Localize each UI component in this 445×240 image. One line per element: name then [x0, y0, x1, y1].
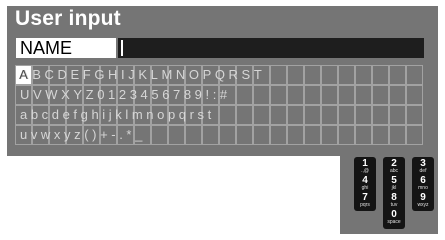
keypad-key-8: 8 tuv — [383, 193, 405, 208]
empty-key-cell — [304, 125, 321, 145]
key-cell[interactable] — [270, 85, 287, 105]
key-cell[interactable] — [304, 65, 321, 85]
keypad-letters: def — [419, 168, 427, 174]
keypad-key-1: 1 .,@ — [354, 159, 376, 174]
empty-key-cell — [389, 105, 406, 125]
key-cell[interactable] — [236, 105, 253, 125]
empty-key-cell — [406, 105, 423, 125]
key-cell[interactable] — [236, 85, 253, 105]
key-cell[interactable] — [185, 125, 202, 145]
empty-key-cell — [236, 125, 253, 145]
empty-key-cell — [355, 105, 372, 125]
empty-key-cell — [406, 65, 423, 85]
keyboard-row: ABCDEFGHIJKLMNOPQRST A — [15, 65, 423, 85]
keyboard-row-characters: uvwxyz()+-.*_ — [20, 127, 146, 142]
keypad-key-6: 6 mno — [412, 176, 434, 191]
key-cell[interactable] — [168, 125, 185, 145]
empty-key-cell — [355, 65, 372, 85]
keypad-letters: .,@ — [361, 168, 369, 174]
empty-key-cell — [372, 105, 389, 125]
keyboard-row: uvwxyz()+-.*_ — [15, 125, 423, 145]
empty-key-cell — [389, 85, 406, 105]
empty-key-cell — [406, 85, 423, 105]
keypad-key-7: 7 pqrs — [354, 193, 376, 208]
key-cell[interactable] — [338, 105, 355, 125]
empty-key-cell — [372, 65, 389, 85]
keyboard-row-characters: abcdefghijklmnopqrst — [20, 107, 215, 122]
keypad-column: 1 .,@ 4 ghi 7 pqrs — [354, 157, 376, 211]
keypad-letters: jkl — [391, 185, 397, 191]
keypad-column: 2 abc 5 jkl 8 tuv 0 space — [383, 157, 405, 229]
empty-key-cell — [406, 125, 423, 145]
key-cell[interactable] — [253, 85, 270, 105]
key-cell[interactable] — [151, 125, 168, 145]
empty-key-cell — [372, 125, 389, 145]
keypad-key-9: 9 wxyz — [412, 193, 434, 208]
key-cell[interactable] — [321, 65, 338, 85]
key-cell[interactable] — [270, 105, 287, 125]
keypad-letters: abc — [389, 168, 399, 174]
key-cell[interactable] — [287, 65, 304, 85]
key-cell[interactable] — [304, 85, 321, 105]
keypad-letters: space — [387, 219, 401, 225]
empty-key-cell — [321, 125, 338, 145]
keypad-key-0: 0 space — [383, 210, 405, 225]
key-cell[interactable] — [287, 105, 304, 125]
key-cell[interactable] — [321, 85, 338, 105]
key-cell[interactable] — [270, 65, 287, 85]
empty-key-cell — [253, 125, 270, 145]
empty-key-cell — [389, 65, 406, 85]
empty-key-cell — [338, 125, 355, 145]
keypad-key-2: 2 abc — [383, 159, 405, 174]
keypad-letters: pqrs — [360, 202, 370, 208]
dialog-title: User input — [15, 7, 121, 30]
keypad-column: 3 def 6 mno 9 wxyz — [412, 157, 434, 211]
selected-key-label: A — [19, 67, 28, 82]
keypad-letters: wxyz — [417, 202, 429, 208]
character-keyboard: ABCDEFGHIJKLMNOPQRST A UVWXYZ0123456789!:#… — [15, 65, 423, 145]
key-cell[interactable] — [321, 105, 338, 125]
empty-key-cell — [389, 125, 406, 145]
keypad-key-3: 3 def — [412, 159, 434, 174]
name-label: NAME — [16, 38, 116, 58]
key-cell[interactable] — [219, 125, 236, 145]
key-cell[interactable] — [338, 65, 355, 85]
keyboard-row-characters: UVWXYZ0123456789!:# — [20, 87, 231, 102]
keypad-letters: tuv — [390, 202, 398, 208]
keyboard-row: abcdefghijklmnopqrst — [15, 105, 423, 125]
empty-key-cell — [372, 85, 389, 105]
key-cell[interactable] — [287, 85, 304, 105]
keypad-key-4: 4 ghi — [354, 176, 376, 191]
keypad-key-5: 5 jkl — [383, 176, 405, 191]
keypad-letters: mno — [418, 185, 428, 191]
empty-key-cell — [355, 125, 372, 145]
empty-key-cell — [355, 85, 372, 105]
keypad-letters: ghi — [361, 185, 369, 191]
text-cursor — [121, 40, 123, 56]
keyboard-row-characters: ABCDEFGHIJKLMNOPQRST — [20, 67, 266, 82]
empty-key-cell — [270, 125, 287, 145]
key-cell[interactable] — [253, 105, 270, 125]
keyboard-row: UVWXYZ0123456789!:# — [15, 85, 423, 105]
key-cell[interactable] — [219, 105, 236, 125]
name-input[interactable] — [118, 38, 424, 58]
key-cell[interactable] — [304, 105, 321, 125]
remote-keypad-hint: 1 .,@ 4 ghi 7 pqrs 2 abc 5 jkl 8 tuv 0 space 3 def 6 mno 9… — [354, 157, 436, 231]
empty-key-cell — [287, 125, 304, 145]
key-cell[interactable] — [202, 125, 219, 145]
empty-key-cell — [338, 85, 355, 105]
